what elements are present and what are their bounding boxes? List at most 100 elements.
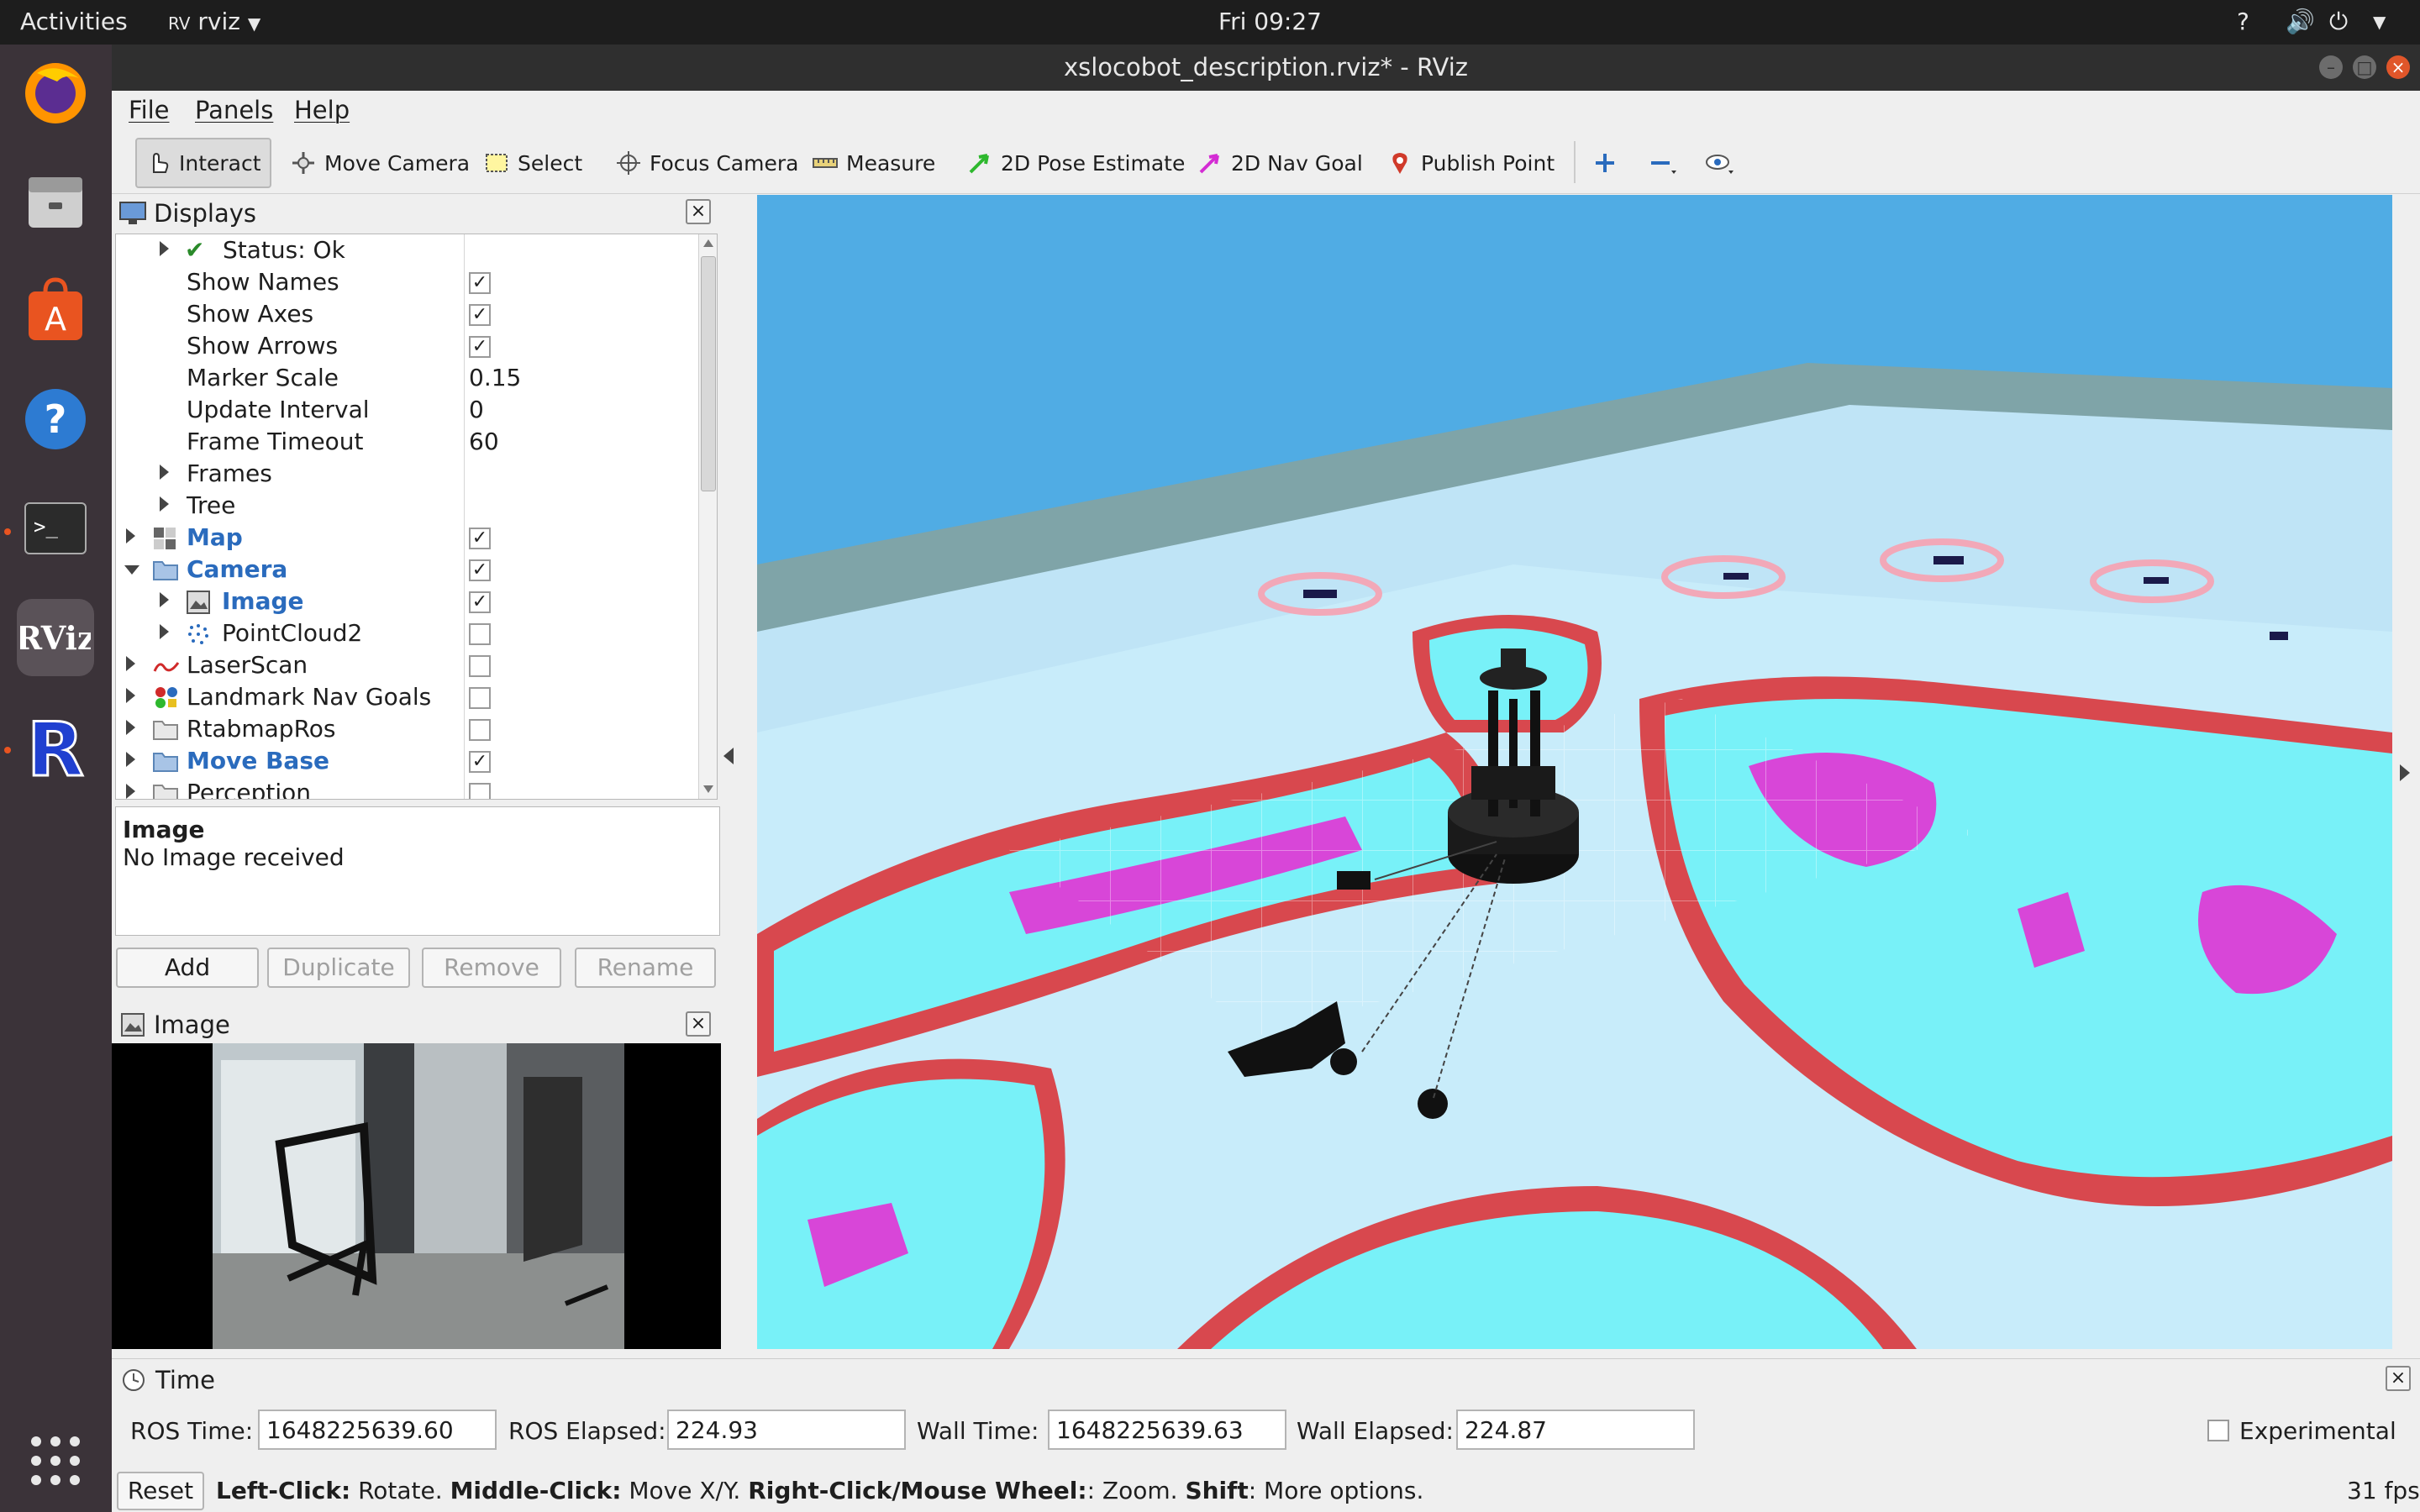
publish-point-tool-button[interactable]: Publish Point [1379,138,1563,188]
frame-timeout-value[interactable]: 60 [469,428,499,455]
software-center-icon[interactable]: A [17,271,94,349]
laserscan-checkbox[interactable] [469,655,491,677]
add-tool-button[interactable] [1584,138,1634,188]
expand-arrow-icon[interactable] [160,624,169,639]
tree-row-camera[interactable]: Camera ✓ [116,554,696,585]
show-apps-grid-icon[interactable] [17,1422,94,1499]
expand-arrow-icon[interactable] [126,528,135,543]
wall-elapsed-field[interactable]: 224.87 [1456,1410,1695,1450]
firefox-icon[interactable] [17,53,94,130]
nav-goal-tool-button[interactable]: 2D Nav Goal [1189,138,1371,188]
tree-row-landmark-nav-goals[interactable]: Landmark Nav Goals [116,681,696,713]
menu-help[interactable]: Help [294,96,350,124]
interact-tool-button[interactable]: Interact [135,138,271,188]
expand-arrow-icon[interactable] [160,592,169,607]
reset-button[interactable]: Reset [117,1472,204,1510]
pose-estimate-tool-button[interactable]: 2D Pose Estimate [959,138,1193,188]
time-panel-close-icon[interactable]: × [2386,1366,2411,1391]
tree-row-tree[interactable]: Tree [116,490,696,522]
property-description: Image No Image received [115,806,720,936]
menu-file[interactable]: File [129,96,170,124]
marker-scale-value[interactable]: 0.15 [469,364,521,391]
tree-row-show-axes[interactable]: Show Axes ✓ [116,298,696,330]
move-camera-tool-button[interactable]: Move Camera [282,138,478,188]
collapse-right-dock-icon[interactable] [2400,764,2410,781]
wall-time-field[interactable]: 1648225639.63 [1048,1410,1286,1450]
expand-arrow-icon[interactable] [126,720,135,735]
file-manager-icon[interactable] [17,162,94,239]
expand-arrow-icon[interactable] [160,241,169,256]
tree-row-perception[interactable]: Perception [116,777,696,799]
system-menu-chevron-icon[interactable]: ▼ [2373,12,2386,32]
pointcloud2-checkbox[interactable] [469,623,491,645]
experimental-checkbox[interactable] [2207,1420,2229,1441]
focus-camera-tool-button[interactable]: Focus Camera [608,138,807,188]
move-base-checkbox[interactable]: ✓ [469,751,491,773]
power-icon[interactable]: ⏻ [2329,8,2348,36]
map-checkbox[interactable]: ✓ [469,528,491,549]
landmark-nav-goals-checkbox[interactable] [469,687,491,709]
show-axes-checkbox[interactable]: ✓ [469,304,491,326]
measure-tool-button[interactable]: Measure [804,138,944,188]
tree-row-marker-scale[interactable]: Marker Scale 0.15 [116,362,696,394]
help-icon[interactable]: ? [17,381,94,458]
tree-row-status[interactable]: ✔ Status: Ok [116,234,696,266]
view-options-button[interactable] [1697,138,1755,188]
expand-arrow-icon[interactable] [160,496,169,512]
network-icon[interactable]: ? [2237,8,2249,35]
maximize-icon[interactable]: □ [2353,55,2376,79]
tree-row-show-names[interactable]: Show Names ✓ [116,266,696,298]
tree-row-image[interactable]: Image ✓ [116,585,696,617]
collapse-left-dock-icon[interactable] [723,748,734,764]
3d-render-view[interactable] [757,195,2392,1349]
displays-close-icon[interactable]: × [686,199,711,224]
activities-button[interactable]: Activities [20,8,128,35]
window-titlebar[interactable]: xslocobot_description.rviz* - RViz – □ × [112,45,2420,91]
ros-elapsed-field[interactable]: 224.93 [667,1410,906,1450]
hint-right-click: Right-Click/Mouse Wheel: [748,1477,1087,1504]
image-checkbox[interactable]: ✓ [469,591,491,613]
clock[interactable]: Fri 09:27 [1218,8,1322,35]
tree-row-move-base[interactable]: Move Base ✓ [116,745,696,777]
image-panel-close-icon[interactable]: × [686,1011,711,1037]
expand-arrow-icon[interactable] [126,688,135,703]
expand-arrow-icon[interactable] [126,656,135,671]
duplicate-display-button[interactable]: Duplicate [267,948,410,988]
close-icon[interactable]: × [2386,55,2410,79]
displays-scrollbar[interactable] [698,234,717,799]
collapse-arrow-icon[interactable] [124,565,139,575]
perception-checkbox[interactable] [469,783,491,799]
volume-icon[interactable]: 🔊 [2286,8,2315,35]
show-names-checkbox[interactable]: ✓ [469,272,491,294]
terminal-icon[interactable]: >_ [17,490,94,567]
scrollbar-thumb[interactable] [701,256,716,491]
tree-row-laserscan[interactable]: LaserScan [116,649,696,681]
rviz-dock-icon[interactable]: RViz [17,599,94,676]
expand-arrow-icon[interactable] [126,784,135,799]
tree-row-show-arrows[interactable]: Show Arrows ✓ [116,330,696,362]
expand-arrow-icon[interactable] [126,752,135,767]
show-arrows-checkbox[interactable]: ✓ [469,336,491,358]
remove-display-button[interactable]: Remove [422,948,561,988]
app-menu[interactable]: RV rviz ▼ [168,8,260,35]
remove-tool-button[interactable] [1639,138,1698,188]
rtabmapros-checkbox[interactable] [469,719,491,741]
add-display-button[interactable]: Add [116,948,259,988]
rename-display-button[interactable]: Rename [575,948,716,988]
tree-row-frame-timeout[interactable]: Frame Timeout 60 [116,426,696,458]
ros-time-field[interactable]: 1648225639.60 [258,1410,497,1450]
scroll-up-icon[interactable] [703,239,713,247]
expand-arrow-icon[interactable] [160,465,169,480]
camera-checkbox[interactable]: ✓ [469,559,491,581]
minimize-icon[interactable]: – [2319,55,2343,79]
tree-row-rtabmapros[interactable]: RtabmapRos [116,713,696,745]
update-interval-value[interactable]: 0 [469,396,484,423]
scroll-down-icon[interactable] [703,785,713,793]
r-app-icon[interactable]: R [17,708,94,785]
tree-row-pointcloud2[interactable]: PointCloud2 [116,617,696,649]
menu-panels[interactable]: Panels [195,96,273,124]
tree-row-frames[interactable]: Frames [116,458,696,490]
select-tool-button[interactable]: Select [476,138,591,188]
tree-row-map[interactable]: Map ✓ [116,522,696,554]
tree-row-update-interval[interactable]: Update Interval 0 [116,394,696,426]
